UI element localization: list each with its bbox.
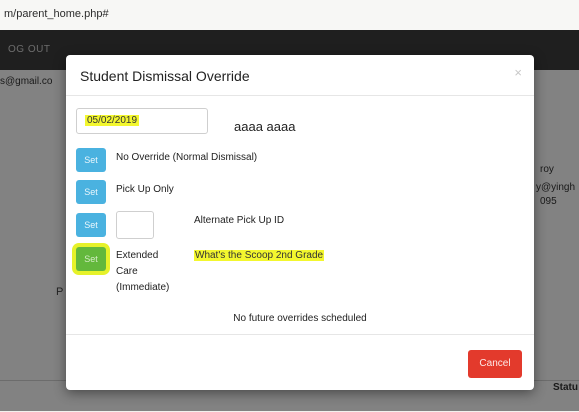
close-icon[interactable]: × <box>514 65 522 80</box>
set-no-override-button[interactable]: Set <box>76 148 106 172</box>
extended-care-label-line3: (Immediate) <box>116 282 170 293</box>
set-pick-up-only-button[interactable]: Set <box>76 180 106 204</box>
alternate-pickup-id-input[interactable] <box>116 211 154 239</box>
extended-care-activity: What's the Scoop 2nd Grade <box>194 250 325 261</box>
cancel-button[interactable]: Cancel <box>468 350 522 378</box>
no-override-label: No Override (Normal Dismissal) <box>116 152 258 163</box>
alternate-pickup-id-label: Alternate Pick Up ID <box>194 215 285 226</box>
url-text: m/parent_home.php# <box>4 8 109 20</box>
student-name: aaaa aaaa <box>234 119 296 134</box>
extended-care-label-line2: Care <box>116 266 138 277</box>
extended-care-label-line1: Extended <box>116 250 159 261</box>
pick-up-only-label: Pick Up Only <box>116 184 174 195</box>
modal-header: Student Dismissal Override × <box>66 55 534 96</box>
date-value: 05/02/2019 <box>85 115 140 126</box>
set-extended-care-button[interactable]: Set <box>76 247 106 271</box>
browser-address-bar[interactable]: m/parent_home.php# <box>0 0 579 31</box>
modal-footer-divider <box>66 334 534 335</box>
set-alternate-pickup-button[interactable]: Set <box>76 213 106 237</box>
modal-title: Student Dismissal Override <box>80 68 250 84</box>
dismissal-override-modal: Student Dismissal Override × 05/02/2019 … <box>66 55 534 390</box>
date-field[interactable]: 05/02/2019 <box>76 108 208 134</box>
no-future-overrides-message: No future overrides scheduled <box>233 313 367 324</box>
